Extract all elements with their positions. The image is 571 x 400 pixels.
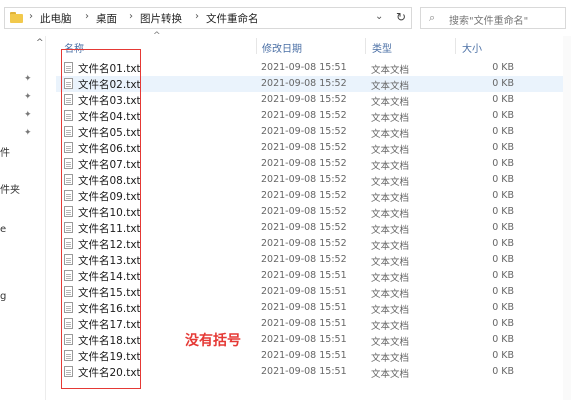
search-placeholder: 搜索"文件重命名" bbox=[449, 16, 529, 27]
file-modified: 2021-09-08 15:52 bbox=[261, 126, 347, 137]
file-size: 0 KB bbox=[492, 62, 514, 73]
file-type: 文本文档 bbox=[371, 193, 410, 204]
file-modified: 2021-09-08 15:52 bbox=[261, 222, 347, 233]
pin-icon[interactable]: ✦ bbox=[24, 128, 32, 138]
file-size: 0 KB bbox=[492, 238, 514, 249]
file-size: 0 KB bbox=[492, 110, 514, 121]
column-divider[interactable] bbox=[365, 38, 366, 54]
file-modified: 2021-09-08 15:52 bbox=[261, 78, 347, 89]
file-size: 0 KB bbox=[492, 94, 514, 105]
pin-icon[interactable]: ✦ bbox=[24, 74, 32, 84]
file-type: 文本文档 bbox=[371, 177, 410, 188]
column-divider[interactable] bbox=[455, 38, 456, 54]
file-size: 0 KB bbox=[492, 158, 514, 169]
column-header-size[interactable]: 大小 bbox=[462, 40, 482, 55]
nav-item-fragment[interactable]: e bbox=[0, 224, 6, 235]
file-size: 0 KB bbox=[492, 254, 514, 265]
breadcrumb-separator-icon[interactable]: › bbox=[29, 11, 33, 22]
folder-icon bbox=[10, 12, 23, 23]
pin-icon[interactable]: ✦ bbox=[24, 110, 32, 120]
file-modified: 2021-09-08 15:52 bbox=[261, 110, 347, 121]
file-size: 0 KB bbox=[492, 366, 514, 377]
column-header-type[interactable]: 类型 bbox=[372, 40, 392, 55]
file-size: 0 KB bbox=[492, 174, 514, 185]
refresh-icon[interactable]: ↻ bbox=[396, 10, 406, 24]
file-size: 0 KB bbox=[492, 142, 514, 153]
breadcrumb-image-convert[interactable]: 图片转换 bbox=[140, 11, 182, 26]
file-modified: 2021-09-08 15:52 bbox=[261, 142, 347, 153]
file-size: 0 KB bbox=[492, 270, 514, 281]
column-divider[interactable] bbox=[256, 38, 257, 54]
file-modified: 2021-09-08 15:52 bbox=[261, 238, 347, 249]
search-input[interactable]: ⌕ 搜索"文件重命名" bbox=[420, 7, 566, 29]
file-type: 文本文档 bbox=[371, 97, 410, 108]
file-type: 文本文档 bbox=[371, 321, 410, 332]
file-size: 0 KB bbox=[492, 318, 514, 329]
file-type: 文本文档 bbox=[371, 353, 410, 364]
file-modified: 2021-09-08 15:51 bbox=[261, 334, 347, 345]
file-modified: 2021-09-08 15:51 bbox=[261, 286, 347, 297]
file-modified: 2021-09-08 15:51 bbox=[261, 270, 347, 281]
vertical-scrollbar[interactable] bbox=[563, 36, 571, 400]
annotation-label: 没有括号 bbox=[185, 333, 241, 349]
file-type: 文本文档 bbox=[371, 145, 410, 156]
file-size: 0 KB bbox=[492, 190, 514, 201]
file-modified: 2021-09-08 15:51 bbox=[261, 318, 347, 329]
file-type: 文本文档 bbox=[371, 225, 410, 236]
chevron-down-icon[interactable]: ⌄ bbox=[375, 11, 383, 22]
file-size: 0 KB bbox=[492, 126, 514, 137]
file-modified: 2021-09-08 15:52 bbox=[261, 190, 347, 201]
sort-ascending-icon: ^ bbox=[153, 31, 161, 41]
file-size: 0 KB bbox=[492, 302, 514, 313]
file-type: 文本文档 bbox=[371, 81, 410, 92]
file-type: 文本文档 bbox=[371, 273, 410, 284]
file-size: 0 KB bbox=[492, 334, 514, 345]
file-type: 文本文档 bbox=[371, 113, 410, 124]
file-modified: 2021-09-08 15:52 bbox=[261, 158, 347, 169]
file-size: 0 KB bbox=[492, 78, 514, 89]
search-icon: ⌕ bbox=[429, 11, 436, 24]
file-size: 0 KB bbox=[492, 206, 514, 217]
file-size: 0 KB bbox=[492, 286, 514, 297]
breadcrumb-file-rename[interactable]: 文件重命名 bbox=[206, 11, 259, 26]
file-size: 0 KB bbox=[492, 350, 514, 361]
file-type: 文本文档 bbox=[371, 289, 410, 300]
pin-icon[interactable]: ✦ bbox=[24, 92, 32, 102]
nav-item-fragment[interactable]: 件 bbox=[0, 144, 10, 159]
file-type: 文本文档 bbox=[371, 369, 410, 380]
file-type: 文本文档 bbox=[371, 129, 410, 140]
annotation-highlight-box bbox=[61, 49, 141, 389]
nav-item-fragment[interactable]: 件夹 bbox=[0, 181, 20, 196]
file-modified: 2021-09-08 15:51 bbox=[261, 366, 347, 377]
file-modified: 2021-09-08 15:52 bbox=[261, 254, 347, 265]
scroll-up-icon[interactable]: ^ bbox=[36, 38, 44, 48]
file-modified: 2021-09-08 15:52 bbox=[261, 206, 347, 217]
file-type: 文本文档 bbox=[371, 209, 410, 220]
navigation-pane[interactable]: ^ ✦ ✦ ✦ ✦ 件 件夹 e g bbox=[0, 36, 46, 400]
file-type: 文本文档 bbox=[371, 65, 410, 76]
file-type: 文本文档 bbox=[371, 257, 410, 268]
file-modified: 2021-09-08 15:52 bbox=[261, 174, 347, 185]
file-type: 文本文档 bbox=[371, 337, 410, 348]
file-modified: 2021-09-08 15:51 bbox=[261, 350, 347, 361]
address-bar[interactable]: › 此电脑 › 桌面 › 图片转换 › 文件重命名 ⌄ ↻ bbox=[4, 7, 412, 29]
address-bar-row: › 此电脑 › 桌面 › 图片转换 › 文件重命名 ⌄ ↻ ⌕ 搜索"文件重命名… bbox=[0, 0, 571, 36]
breadcrumb-separator-icon[interactable]: › bbox=[195, 11, 199, 22]
column-header-modified[interactable]: 修改日期 bbox=[262, 40, 302, 55]
file-type: 文本文档 bbox=[371, 305, 410, 316]
file-size: 0 KB bbox=[492, 222, 514, 233]
file-type: 文本文档 bbox=[371, 161, 410, 172]
breadcrumb-separator-icon[interactable]: › bbox=[129, 11, 133, 22]
file-type: 文本文档 bbox=[371, 241, 410, 252]
file-modified: 2021-09-08 15:51 bbox=[261, 302, 347, 313]
nav-item-fragment[interactable]: g bbox=[0, 291, 6, 302]
file-modified: 2021-09-08 15:51 bbox=[261, 62, 347, 73]
breadcrumb-separator-icon[interactable]: › bbox=[85, 11, 89, 22]
breadcrumb-desktop[interactable]: 桌面 bbox=[96, 11, 117, 26]
file-modified: 2021-09-08 15:52 bbox=[261, 94, 347, 105]
breadcrumb-this-pc[interactable]: 此电脑 bbox=[40, 11, 72, 26]
